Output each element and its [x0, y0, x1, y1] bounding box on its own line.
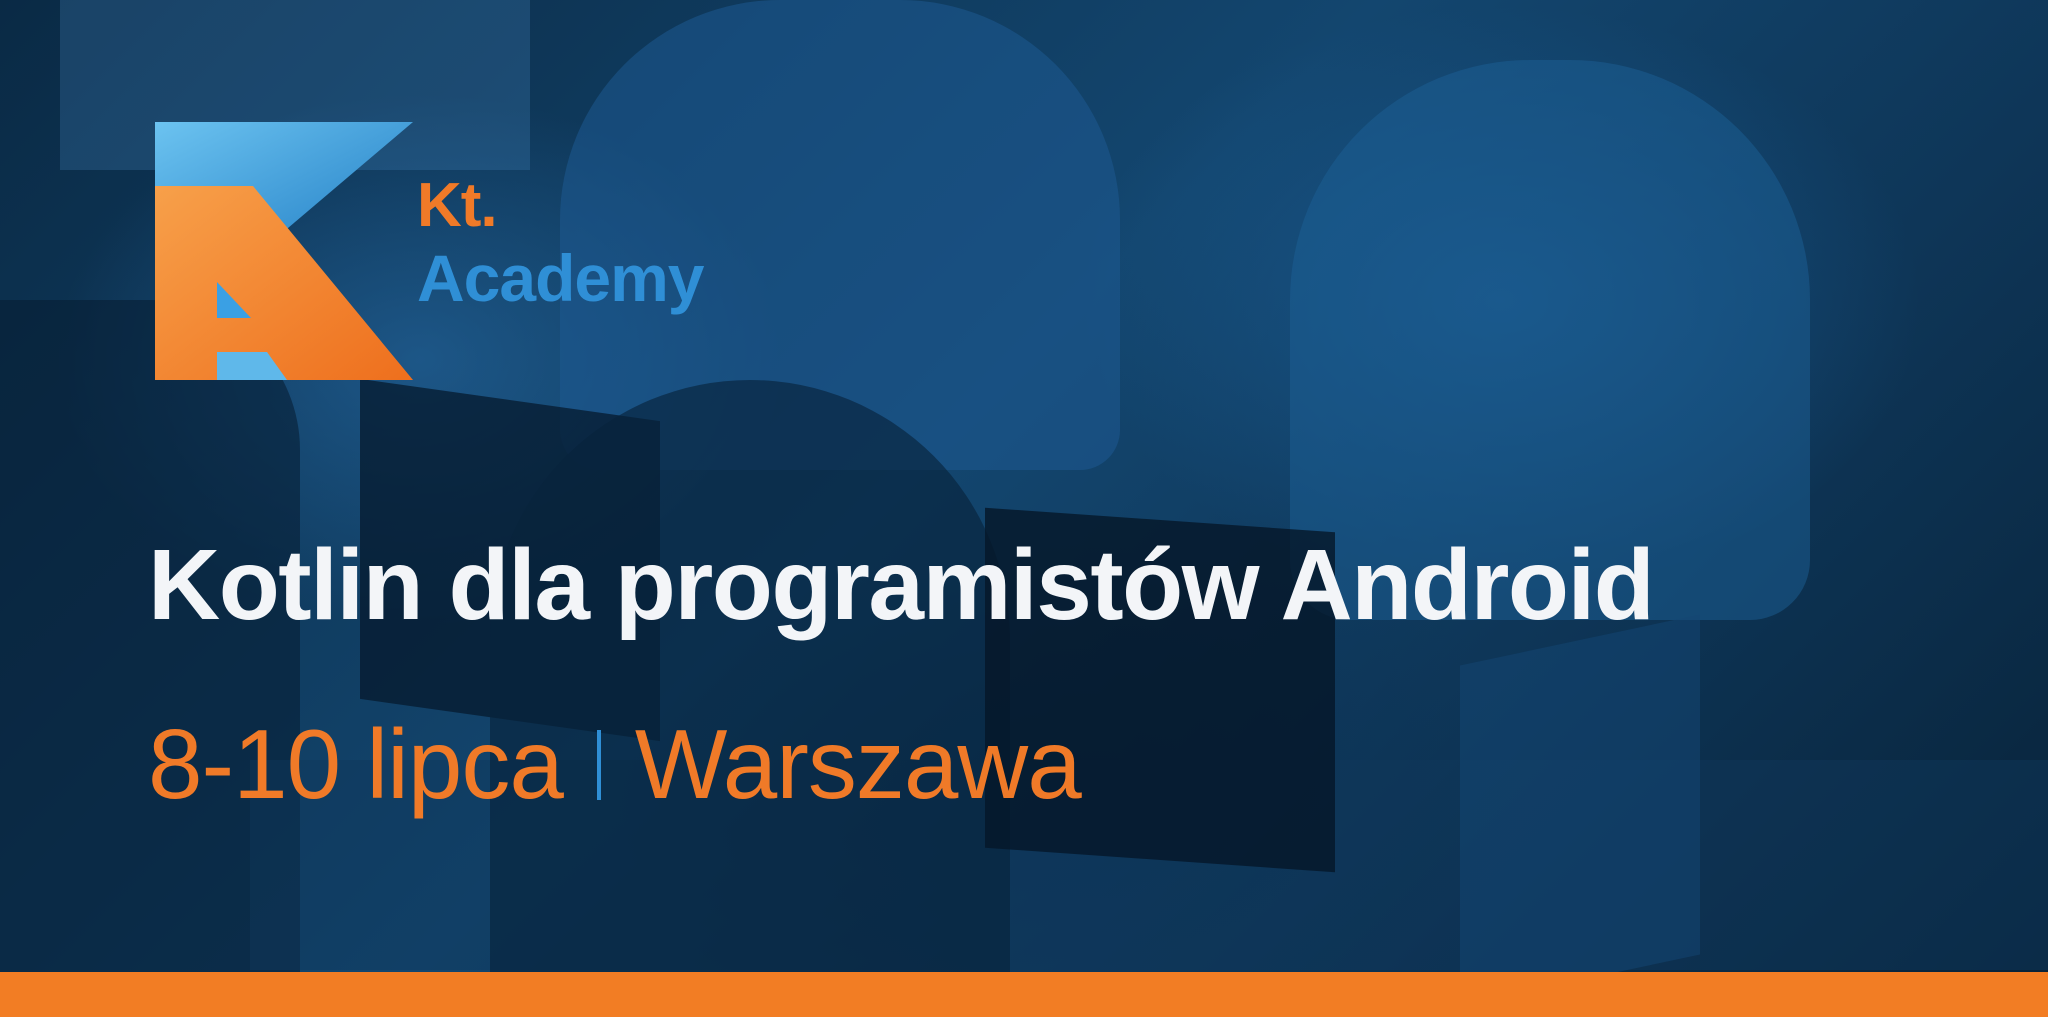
brand-name-academy: Academy	[417, 241, 704, 315]
event-banner: Kt. Academy Kotlin dla programistów Andr…	[0, 0, 2048, 1017]
event-title: Kotlin dla programistów Android	[148, 529, 1655, 641]
bottom-accent-bar	[0, 972, 2048, 1017]
event-city: Warszawa	[634, 709, 1082, 819]
background-person-4	[490, 380, 1010, 1000]
background-laptop-3	[1460, 614, 1700, 1006]
event-details: 8-10 lipca Warszawa	[148, 715, 1082, 813]
kt-academy-logo-icon	[155, 122, 413, 380]
event-dates: 8-10 lipca	[148, 709, 564, 819]
brand-wordmark: Kt. Academy	[417, 171, 704, 315]
separator-bar	[596, 730, 601, 800]
brand-name-kt: Kt.	[417, 171, 498, 240]
